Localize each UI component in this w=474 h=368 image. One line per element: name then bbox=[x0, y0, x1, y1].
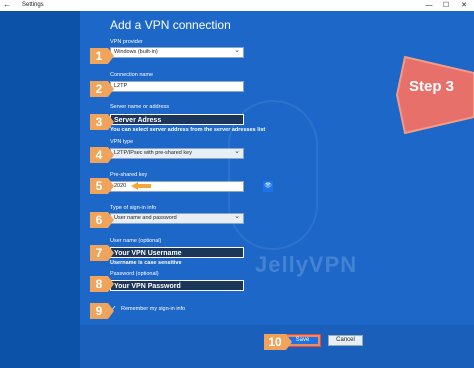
close-icon[interactable]: ✕ bbox=[458, 0, 470, 11]
connection-name-label: Connection name bbox=[110, 72, 154, 78]
arrow-left-icon bbox=[131, 182, 151, 190]
maximize-icon[interactable]: ☐ bbox=[440, 0, 452, 11]
password-input[interactable]: Your VPN Password bbox=[110, 280, 244, 291]
psk-label: Pre-shared key bbox=[110, 172, 148, 178]
vpn-type-label: VPN type bbox=[110, 139, 134, 145]
server-input[interactable]: Server Adress bbox=[110, 114, 244, 125]
connection-name-input[interactable]: L2TP bbox=[110, 81, 244, 92]
step-marker-1: 1 bbox=[90, 48, 114, 64]
cancel-button[interactable]: Cancel bbox=[328, 335, 363, 346]
step-marker-5: 5 bbox=[90, 178, 114, 194]
back-icon[interactable]: ← bbox=[3, 1, 11, 9]
step-marker-7: 7 bbox=[90, 245, 114, 261]
step-marker-9: 9 bbox=[90, 303, 114, 319]
dialog-heading: Add a VPN connection bbox=[110, 18, 231, 32]
eye-icon[interactable]: 👁 bbox=[263, 181, 273, 192]
step-marker-10: 10 bbox=[264, 334, 292, 350]
server-hint: You can select server address from the s… bbox=[110, 127, 266, 133]
vpn-type-select[interactable]: L2TP/IPsec with pre-shared key bbox=[110, 147, 244, 159]
step-marker-4: 4 bbox=[90, 147, 114, 163]
step-marker-6: 6 bbox=[90, 212, 114, 228]
remember-label: Remember my sign-in info bbox=[121, 306, 186, 312]
username-hint: Username is case sensitive bbox=[110, 260, 182, 266]
vpn-provider-select[interactable]: Windows (built-in) bbox=[110, 46, 244, 58]
minimize-icon[interactable]: — bbox=[423, 0, 435, 11]
signin-type-label: Type of sign-in info bbox=[110, 205, 157, 211]
settings-left-pane bbox=[0, 11, 80, 368]
title-bar: ← Settings — ☐ ✕ bbox=[0, 0, 474, 11]
password-label: Password (optional) bbox=[110, 271, 159, 277]
step-marker-3: 3 bbox=[90, 114, 114, 130]
signin-type-select[interactable]: User name and password bbox=[110, 212, 244, 224]
window-title: Settings bbox=[22, 2, 44, 8]
step-badge: Step 3 bbox=[395, 55, 474, 135]
step-badge-shape bbox=[395, 55, 474, 135]
step-marker-8: 8 bbox=[90, 276, 114, 292]
step-marker-2: 2 bbox=[90, 81, 114, 97]
step-badge-text: Step 3 bbox=[409, 78, 455, 95]
username-input[interactable]: Your VPN Username bbox=[110, 247, 244, 258]
vpn-provider-label: VPN provider bbox=[110, 39, 143, 45]
username-label: User name (optional) bbox=[110, 238, 162, 244]
server-label: Server name or address bbox=[110, 104, 169, 110]
watermark-text: JellyVPN bbox=[255, 252, 358, 277]
